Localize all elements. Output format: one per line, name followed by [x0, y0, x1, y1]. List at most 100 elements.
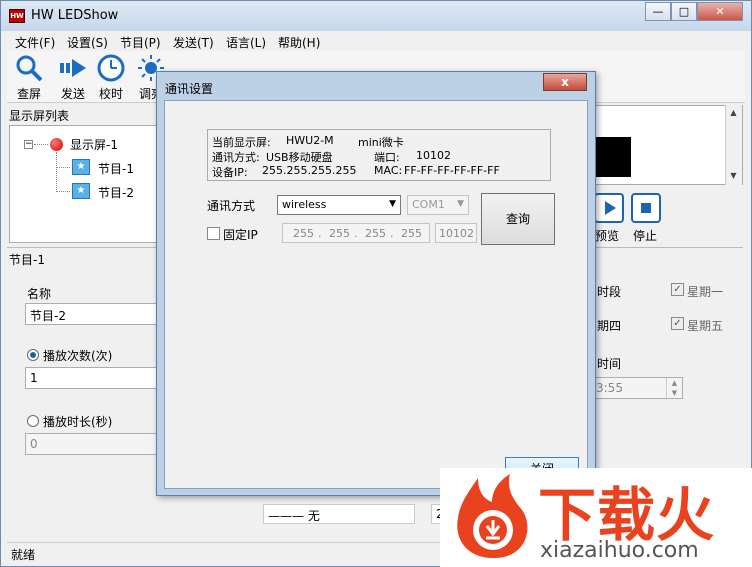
time-label: 时间 [597, 357, 622, 371]
mac-label: MAC: [374, 164, 403, 177]
mac-value: FF-FF-FF-FF-FF-FF [404, 164, 500, 177]
menu-program[interactable]: 节目(P) [120, 34, 161, 51]
menu-settings[interactable]: 设置(S) [67, 34, 108, 51]
play-duration-radio[interactable] [27, 415, 39, 427]
play-icon [605, 201, 616, 215]
screen-list-header: 显示屏列表 [9, 109, 70, 123]
tree-connector [56, 167, 70, 168]
time-spinner[interactable]: ▲ ▼ [666, 378, 682, 400]
play-count-input[interactable]: 1 [25, 367, 159, 389]
time-period-label: 时段 [597, 285, 622, 299]
play-count-label: 播放次数(次) [43, 349, 113, 363]
program-icon: ★ [72, 159, 90, 175]
device-ip-label: 设备IP: [212, 166, 248, 179]
program-name-input[interactable]: 节目-2 [25, 303, 159, 325]
card-type: mini微卡 [358, 136, 404, 149]
tree-connector-vertical [56, 152, 57, 192]
fixed-ip-label: 固定IP [223, 228, 258, 242]
name-label: 名称 [27, 287, 52, 301]
tree-item-screen-1[interactable]: 显示屏-1 [70, 136, 118, 153]
send-arrow-icon [60, 59, 86, 77]
app-logo-icon: HW [9, 9, 25, 23]
ip-octet-3: 255 [365, 227, 386, 240]
magnifier-icon [16, 55, 43, 82]
stop-icon [641, 203, 651, 213]
friday-checkbox[interactable]: ✓ [671, 317, 684, 330]
comm-method-select[interactable]: wireless ▼ [277, 195, 401, 215]
dialog-body: 当前显示屏: HWU2-M mini微卡 通讯方式: USB移动硬盘 端口: 1… [164, 100, 588, 489]
dialog-close-x-button[interactable]: x [543, 73, 587, 91]
fixed-ip-input[interactable]: 255 . 255 . 255 . 255 [282, 223, 430, 243]
tree-connector [56, 191, 70, 192]
tree-connector [34, 144, 48, 145]
query-button[interactable]: 查询 [481, 193, 555, 245]
com-port-select[interactable]: COM1 ▼ [407, 195, 469, 215]
toolbar-send-label: 发送 [60, 87, 85, 101]
toolbar-query-screen-label: 查屏 [16, 87, 41, 101]
toolbar-query-screen-button[interactable]: 查屏 [9, 53, 49, 102]
fixed-ip-port-input[interactable]: 10102 [435, 223, 477, 243]
tree-item-program-1[interactable]: 节目-1 [98, 160, 134, 177]
comm-method-selected: wireless [282, 198, 327, 211]
scroll-down-icon[interactable]: ▼ [726, 168, 741, 183]
play-duration-label: 播放时长(秒) [43, 415, 113, 429]
toolbar-time-sync-button[interactable]: 校时 [91, 53, 131, 102]
screen-tree: − 显示屏-1 ★ 节目-1 ★ 节目-2 [9, 125, 159, 243]
clock-icon [97, 54, 125, 82]
time-input[interactable]: 3:55 ▲ ▼ [591, 377, 683, 400]
program-icon: ★ [72, 183, 90, 199]
status-text: 就绪 [11, 548, 36, 562]
menu-language[interactable]: 语言(L) [226, 34, 266, 51]
comm-settings-dialog: 通讯设置 x 当前显示屏: HWU2-M mini微卡 通讯方式: USB移动硬… [156, 71, 596, 496]
current-screen-value: HWU2-M [286, 134, 334, 147]
menu-help[interactable]: 帮助(H) [278, 34, 320, 51]
maximize-button[interactable]: □ [671, 2, 697, 21]
flame-logo-icon [457, 474, 528, 558]
scroll-up-icon[interactable]: ▲ [726, 105, 741, 120]
minimize-button[interactable]: — [645, 2, 671, 21]
comm-select-label: 通讯方式 [207, 199, 256, 213]
comm-method-value: USB移动硬盘 [266, 151, 333, 164]
stop-label: 停止 [633, 229, 658, 243]
red-status-dot-icon [50, 138, 63, 151]
close-window-button[interactable]: ✕ [697, 2, 743, 21]
fixed-ip-checkbox[interactable] [207, 227, 220, 240]
port-label: 端口: [374, 151, 400, 164]
tree-expander-icon[interactable]: − [24, 140, 33, 149]
dropdown-arrow-icon: ▼ [389, 199, 396, 209]
watermark: 下载火 xiazaihuo.com [440, 468, 752, 567]
friday-label: 星期五 [687, 319, 724, 333]
time-value: 3:55 [596, 381, 623, 395]
menu-file[interactable]: 文件(F) [15, 34, 55, 51]
menu-bar: 文件(F) 设置(S) 节目(P) 发送(T) 语言(L) 帮助(H) [7, 31, 745, 51]
preview-scrollbar[interactable]: ▲ ▼ [725, 105, 742, 185]
play-count-radio[interactable] [27, 349, 39, 361]
preview-label: 预览 [595, 229, 620, 243]
device-info-box: 当前显示屏: HWU2-M mini微卡 通讯方式: USB移动硬盘 端口: 1… [207, 129, 551, 181]
stop-button[interactable] [631, 193, 661, 223]
ip-octet-1: 255 [293, 227, 314, 240]
toolbar-send-button[interactable]: 发送 [53, 53, 93, 102]
watermark-url: xiazaihuo.com [540, 538, 699, 563]
device-ip-value: 255.255.255.255 [262, 164, 357, 177]
line-style-value: ——— 无 [268, 509, 320, 523]
menu-send[interactable]: 发送(T) [173, 34, 214, 51]
thursday-label: 期四 [597, 319, 622, 333]
current-screen-label: 当前显示屏: [212, 136, 271, 149]
ip-octet-2: 255 [329, 227, 350, 240]
toolbar-time-sync-label: 校时 [98, 87, 123, 101]
dropdown-arrow-icon: ▼ [457, 199, 464, 209]
ip-octet-4: 255 [401, 227, 422, 240]
line-style-select[interactable]: ——— 无 [263, 504, 415, 524]
com-port-selected: COM1 [412, 198, 445, 211]
tree-item-program-2[interactable]: 节目-2 [98, 184, 134, 201]
led-screen-preview [591, 137, 631, 177]
monday-label: 星期一 [687, 285, 724, 299]
program-section-header: 节目-1 [9, 253, 45, 267]
play-duration-input[interactable]: 0 [25, 433, 159, 455]
port-value: 10102 [416, 149, 451, 162]
preview-button[interactable] [594, 193, 624, 223]
monday-checkbox[interactable]: ✓ [671, 283, 684, 296]
dialog-title: 通讯设置 [165, 82, 214, 96]
comm-method-label: 通讯方式: [212, 151, 260, 164]
